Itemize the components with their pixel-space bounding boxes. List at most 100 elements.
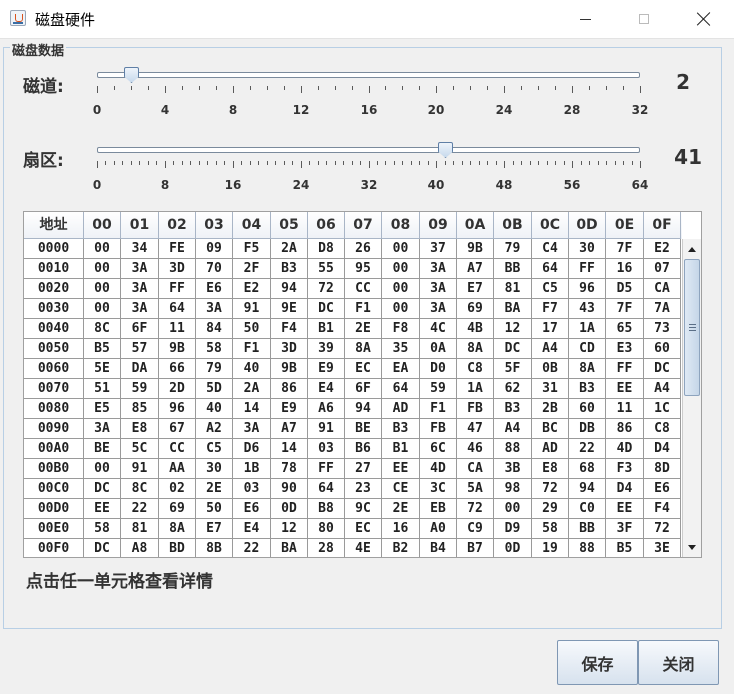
byte-cell[interactable]: C9 [457,519,494,539]
byte-cell[interactable]: 64 [308,479,345,499]
byte-cell[interactable]: 50 [233,319,271,339]
table-row[interactable]: 0000 00 34 FE 09 F5 2A D8 26 00 37 9B 79 C4 30 7F E2 [24,239,682,259]
byte-cell[interactable]: BC [532,419,569,439]
byte-cell[interactable]: 86 [271,379,308,399]
byte-cell[interactable]: 58 [196,339,233,359]
byte-cell[interactable]: 8A [345,339,382,359]
byte-cell[interactable]: CE [382,479,420,499]
byte-cell[interactable]: E2 [644,239,681,259]
column-header[interactable]: 07 [345,212,382,239]
byte-cell[interactable]: 4B [457,319,494,339]
byte-cell[interactable]: 28 [308,539,345,557]
column-header[interactable]: 0E [606,212,644,239]
byte-cell[interactable]: 0D [271,499,308,519]
byte-cell[interactable]: 40 [233,359,271,379]
byte-cell[interactable]: BD [159,539,196,557]
table-row[interactable]: 00B0 00 91 AA 30 1B 78 FF 27 EE 4D CA 3B E8 68 F3 8D [24,459,682,479]
byte-cell[interactable]: 81 [121,519,159,539]
byte-cell[interactable]: 59 [121,379,159,399]
byte-cell[interactable]: FB [420,419,457,439]
byte-cell[interactable]: D0 [420,359,457,379]
byte-cell[interactable]: E6 [644,479,681,499]
byte-cell[interactable]: 19 [532,539,569,557]
column-header[interactable]: 0B [494,212,532,239]
byte-cell[interactable]: 16 [382,519,420,539]
scroll-up-button[interactable] [683,240,701,258]
byte-cell[interactable]: 3E [644,539,681,557]
byte-cell[interactable]: FF [569,259,606,279]
byte-cell[interactable]: EE [84,499,121,519]
byte-cell[interactable]: 58 [84,519,121,539]
byte-cell[interactable]: D6 [233,439,271,459]
byte-cell[interactable]: 3A [233,419,271,439]
byte-cell[interactable]: A2 [196,419,233,439]
byte-cell[interactable]: F1 [345,299,382,319]
table-row[interactable]: 0040 8C 6F 11 84 50 F4 B1 2E F8 4C 4B 12 17 1A 65 73 [24,319,682,339]
byte-cell[interactable]: 8C [84,319,121,339]
byte-cell[interactable]: 72 [532,479,569,499]
byte-cell[interactable]: B5 [84,339,121,359]
byte-cell[interactable]: 07 [644,259,681,279]
byte-cell[interactable]: E3 [606,339,644,359]
column-header[interactable]: 01 [121,212,159,239]
byte-cell[interactable]: D5 [606,279,644,299]
byte-cell[interactable]: 64 [382,379,420,399]
byte-cell[interactable]: CA [644,279,681,299]
byte-cell[interactable]: FF [606,359,644,379]
table-row[interactable]: 0090 3A E8 67 A2 3A A7 91 BE B3 FB 47 A4 BC DB 86 C8 [24,419,682,439]
byte-cell[interactable]: 00 [382,259,420,279]
byte-cell[interactable]: 2E [345,319,382,339]
sector-data-table[interactable]: 地址 00 01 02 03 04 05 06 07 08 09 0A 0B 0C 0D 0E 0F 0000 0… [23,211,702,558]
byte-cell[interactable]: CA [457,459,494,479]
byte-cell[interactable]: 1B [233,459,271,479]
byte-cell[interactable]: 69 [457,299,494,319]
byte-cell[interactable]: 3D [159,259,196,279]
byte-cell[interactable]: DC [494,339,532,359]
minimize-button[interactable] [562,0,608,38]
address-cell[interactable]: 0070 [24,379,84,399]
byte-cell[interactable]: 8A [457,339,494,359]
byte-cell[interactable]: 5F [494,359,532,379]
byte-cell[interactable]: 70 [196,259,233,279]
vertical-scrollbar[interactable] [682,239,701,557]
byte-cell[interactable]: DC [84,539,121,557]
byte-cell[interactable]: EE [606,379,644,399]
column-header[interactable]: 06 [308,212,345,239]
address-cell[interactable]: 00C0 [24,479,84,499]
byte-cell[interactable]: DC [644,359,681,379]
byte-cell[interactable]: 11 [606,399,644,419]
byte-cell[interactable]: 2A [271,239,308,259]
address-cell[interactable]: 0030 [24,299,84,319]
byte-cell[interactable]: 68 [569,459,606,479]
byte-cell[interactable]: FB [457,399,494,419]
byte-cell[interactable]: 78 [271,459,308,479]
address-cell[interactable]: 0040 [24,319,84,339]
byte-cell[interactable]: E9 [271,399,308,419]
byte-cell[interactable]: DA [121,359,159,379]
byte-cell[interactable]: 94 [271,279,308,299]
byte-cell[interactable]: C8 [457,359,494,379]
byte-cell[interactable]: 64 [159,299,196,319]
byte-cell[interactable]: C5 [532,279,569,299]
byte-cell[interactable]: 90 [271,479,308,499]
byte-cell[interactable]: 22 [569,439,606,459]
byte-cell[interactable]: 81 [494,279,532,299]
byte-cell[interactable]: A4 [494,419,532,439]
table-row[interactable]: 00D0 EE 22 69 50 E6 0D B8 9C 2E EB 72 00 29 C0 EE F4 [24,499,682,519]
table-row[interactable]: 00A0 BE 5C CC C5 D6 14 03 B6 B1 6C 46 88 AD 22 4D D4 [24,439,682,459]
byte-cell[interactable]: 55 [308,259,345,279]
column-header[interactable]: 0C [532,212,569,239]
scrollbar-thumb[interactable] [684,259,700,396]
address-cell[interactable]: 00A0 [24,439,84,459]
byte-cell[interactable]: E6 [233,499,271,519]
table-row[interactable]: 0030 00 3A 64 3A 91 9E DC F1 00 3A 69 BA F7 43 7F 7A [24,299,682,319]
column-header[interactable]: 0A [457,212,494,239]
byte-cell[interactable]: 00 [84,279,121,299]
byte-cell[interactable]: 8A [569,359,606,379]
byte-cell[interactable]: A8 [121,539,159,557]
byte-cell[interactable]: 67 [159,419,196,439]
byte-cell[interactable]: 5E [84,359,121,379]
byte-cell[interactable]: 3A [121,279,159,299]
byte-cell[interactable]: B1 [308,319,345,339]
byte-cell[interactable]: 84 [196,319,233,339]
